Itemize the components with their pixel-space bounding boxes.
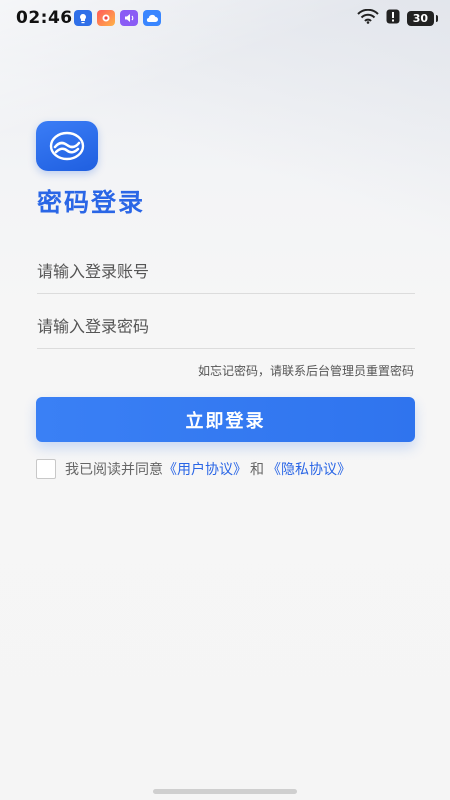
agreement-row: 我已阅读并同意 《用户协议》 和 《隐私协议》 bbox=[36, 459, 351, 479]
agreement-checkbox[interactable] bbox=[36, 459, 56, 479]
password-input[interactable] bbox=[37, 304, 415, 348]
cloud-icon bbox=[143, 10, 161, 26]
bulb-icon bbox=[74, 10, 92, 26]
alert-icon bbox=[386, 9, 400, 28]
battery-icon: 30 bbox=[406, 11, 439, 26]
privacy-agreement-link[interactable]: 《隐私协议》 bbox=[267, 459, 351, 479]
agreement-conjunction: 和 bbox=[250, 462, 264, 478]
handshake-logo-icon bbox=[49, 131, 85, 161]
password-field[interactable] bbox=[37, 304, 415, 349]
agreement-prefix: 我已阅读并同意 bbox=[65, 462, 163, 478]
app-logo bbox=[36, 121, 98, 171]
login-button[interactable]: 立即登录 bbox=[36, 397, 415, 442]
forgot-password-hint: 如忘记密码，请联系后台管理员重置密码 bbox=[197, 364, 414, 378]
wifi-icon bbox=[356, 8, 379, 28]
page-title: 密码登录 bbox=[37, 188, 146, 217]
system-icons: 30 bbox=[356, 8, 439, 28]
status-bar: 02:46 30 bbox=[0, 0, 450, 36]
status-time: 02:46 bbox=[16, 8, 73, 28]
account-field[interactable] bbox=[37, 249, 415, 294]
user-agreement-link[interactable]: 《用户协议》 bbox=[163, 459, 247, 479]
colorful-app-icon bbox=[97, 10, 115, 26]
account-input[interactable] bbox=[37, 249, 415, 293]
notification-icons bbox=[74, 10, 161, 26]
audio-icon bbox=[120, 10, 138, 26]
home-indicator[interactable] bbox=[153, 789, 297, 794]
